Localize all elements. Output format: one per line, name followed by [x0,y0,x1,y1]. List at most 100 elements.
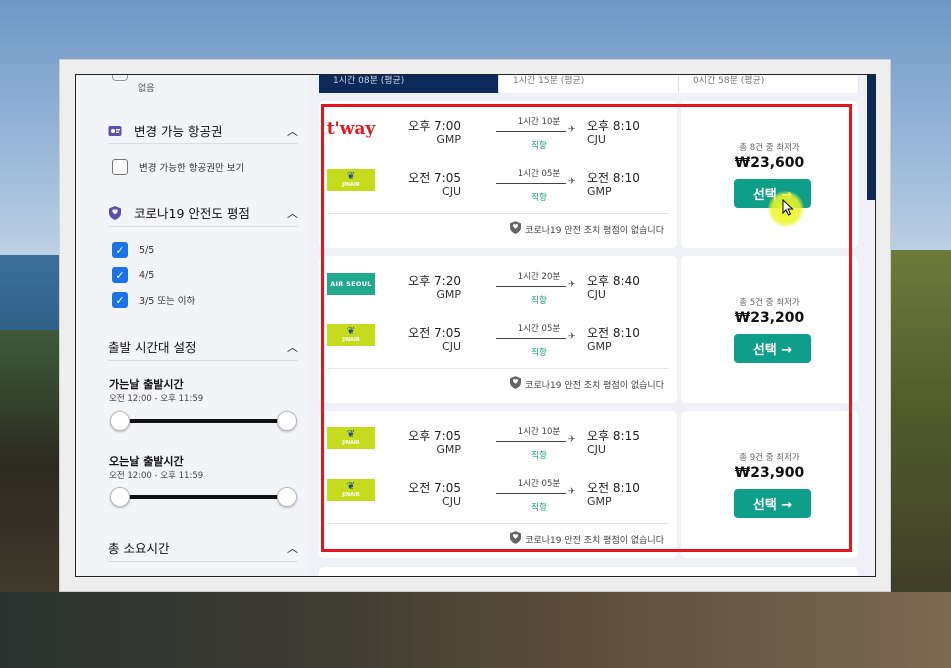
itinerary-panel[interactable]: ❦ JINAIR 오후 7:05 GMP 1시간 10분 ✈ 직항 오후 8:1… [319,411,677,558]
arrival-airport: CJU [587,443,606,456]
price: ₩23,900 [734,465,805,481]
return-slider-track[interactable] [120,495,288,499]
tab-best[interactable]: 1시간 08분 (평균) [319,75,499,93]
arrival-time: 오후 8:10 [587,119,640,133]
return-time-label: 오는날 출발시간 [109,455,184,468]
departure-airport: CJU [442,340,461,353]
arrival-airport: GMP [587,495,612,508]
duration-title: 총 소요시간 [108,541,170,556]
shield-icon [510,221,522,237]
checkmark-icon[interactable]: ✓ [112,292,128,308]
tab-cheapest[interactable]: 1시간 15분 (평균) [499,75,679,93]
airplane-icon: ✈ [568,125,576,135]
itinerary-panel[interactable]: AIR SEOUL 오후 7:20 GMP 1시간 20분 ✈ 직항 오후 8:… [319,256,677,403]
none-option-label: 없음 [138,84,155,94]
direct-label: 직항 [531,193,547,203]
direct-label: 직항 [531,451,547,461]
departure-time-section-header[interactable]: 출발 시간대 설정 ︿ [108,337,298,356]
airplane-icon: ✈ [568,177,576,187]
arrival-time: 오후 8:15 [587,429,640,443]
price: ₩23,200 [734,310,805,326]
changeable-title: 변경 가능 항공권 [134,124,223,139]
chevron-up-icon[interactable]: ︿ [287,123,298,139]
filter-panel: 없음 변경 가능 항공권 ︿ 변경 가능한 항공권만 보기 코로나19 안전도 … [76,75,308,576]
jinair-logo: ❦ JINAIR [327,427,375,449]
jinair-logo: ❦ JINAIR [327,479,375,501]
changeable-only-label: 변경 가능한 항공권만 보기 [139,163,245,174]
covid-section-header[interactable]: 코로나19 안전도 평점 ︿ [108,203,298,222]
result-card-partial[interactable] [319,567,858,576]
outbound-slider-start-handle[interactable] [110,411,130,431]
covid-option-5[interactable]: ✓ 5/5 [112,242,154,258]
route-line [496,441,566,442]
safety-notice: 코로나19 안전 조치 평점이 없습니다 [319,376,664,392]
route-line [496,493,566,494]
airplane-icon: ✈ [568,280,576,290]
jinair-logo-text: JINAIR [342,492,360,498]
none-checkbox[interactable] [112,75,128,81]
chevron-up-icon[interactable]: ︿ [287,205,298,221]
covid-option-4[interactable]: ✓ 4/5 [112,267,154,283]
direct-label: 직항 [531,296,547,306]
checkmark-icon[interactable]: ✓ [112,242,128,258]
direct-label: 직항 [531,503,547,513]
departure-airport: GMP [436,133,461,146]
lowest-price-note: 총 5건 중 최저가 [739,298,800,308]
duration-section-header[interactable]: 총 소요시간 ︿ [108,538,298,557]
jinair-logo-text: JINAIR [342,337,360,343]
covid-title: 코로나19 안전도 평점 [134,206,250,221]
route-line [496,183,566,184]
route-line [496,131,566,132]
outbound-slider-end-handle[interactable] [277,411,297,431]
airseoul-logo: AIR SEOUL [327,273,375,295]
jinair-logo: ❦ JINAIR [327,324,375,346]
safety-notice: 코로나19 안전 조치 평점이 없습니다 [319,531,664,547]
sort-tabs: 1시간 08분 (평균) 1시간 15분 (평균) 0시간 58분 (평균) [319,75,859,93]
covid-option-3[interactable]: ✓ 3/5 또는 이하 [112,292,195,308]
itinerary-panel[interactable]: t'way 오후 7:00 GMP 1시간 10분 ✈ 직항 오후 8:10 C… [319,101,677,248]
outbound-leg: AIR SEOUL 오후 7:20 GMP 1시간 20분 ✈ 직항 오후 8:… [319,264,677,314]
select-button[interactable]: 선택 → [734,334,811,363]
inbound-leg: ❦ JINAIR 오전 7:05 CJU 1시간 05분 ✈ 직항 오전 8:1… [319,316,677,366]
background-rocks [0,592,951,668]
butterfly-icon: ❦ [346,326,356,337]
butterfly-icon: ❦ [346,171,356,182]
jinair-logo-text: JINAIR [342,182,360,188]
covid-option-label: 4/5 [139,269,155,281]
inbound-leg: ❦ JINAIR 오전 7:05 CJU 1시간 05분 ✈ 직항 오전 8:1… [319,161,677,211]
side-nav-strip [867,75,875,200]
safety-text: 코로나19 안전 조치 평점이 없습니다 [525,535,664,546]
divider [327,368,669,369]
lowest-price-note: 총 8건 중 최저가 [739,143,800,153]
arrival-time: 오전 8:10 [587,326,640,340]
result-card[interactable]: AIR SEOUL 오후 7:20 GMP 1시간 20분 ✈ 직항 오후 8:… [319,256,858,403]
jinair-logo-text: JINAIR [342,440,360,446]
changeable-only-checkbox[interactable] [112,159,128,175]
departure-time: 오전 7:05 [408,171,461,185]
select-button[interactable]: 선택 → [734,489,811,518]
outbound-slider-track[interactable] [120,419,288,423]
chevron-up-icon[interactable]: ︿ [287,339,298,355]
shield-icon [510,531,522,547]
shield-icon [108,205,122,220]
changeable-section-header[interactable]: 변경 가능 항공권 ︿ [108,121,298,140]
tway-logo: t'way [326,119,376,139]
arrival-airport: CJU [587,133,606,146]
result-card[interactable]: t'way 오후 7:00 GMP 1시간 10분 ✈ 직항 오후 8:10 C… [319,101,858,248]
tab-fastest[interactable]: 0시간 58분 (평균) [679,75,859,93]
checkmark-icon[interactable]: ✓ [112,267,128,283]
direct-label: 직항 [531,348,547,358]
chevron-up-icon[interactable]: ︿ [287,540,298,556]
changeable-only-checkbox-row[interactable]: 변경 가능한 항공권만 보기 [112,159,244,175]
divider [108,561,298,562]
return-slider-end-handle[interactable] [277,487,297,507]
covid-option-label: 3/5 또는 이하 [139,296,196,307]
jinair-logo: ❦ JINAIR [327,169,375,191]
outbound-leg: ❦ JINAIR 오후 7:05 GMP 1시간 10분 ✈ 직항 오후 8:1… [319,419,677,469]
departure-airport: GMP [436,443,461,456]
result-card[interactable]: ❦ JINAIR 오후 7:05 GMP 1시간 10분 ✈ 직항 오후 8:1… [319,411,858,558]
departure-airport: CJU [442,495,461,508]
outbound-time-label: 가는날 출발시간 [109,378,184,391]
direct-label: 직항 [531,141,547,151]
return-slider-start-handle[interactable] [110,487,130,507]
